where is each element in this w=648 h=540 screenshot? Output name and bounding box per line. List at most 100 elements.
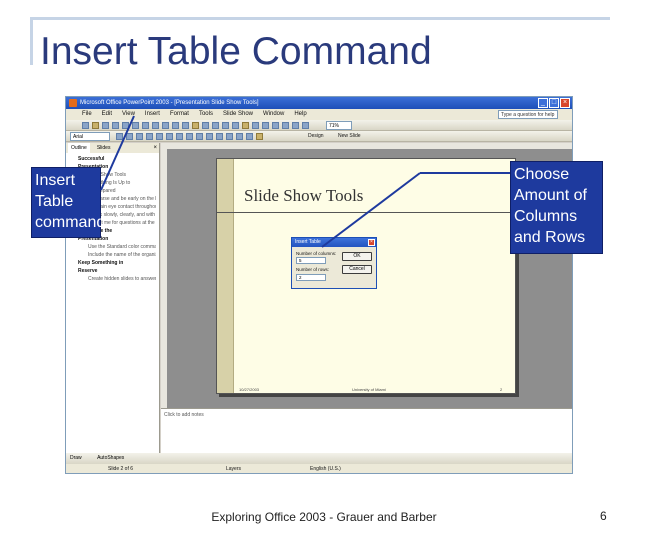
menu-window[interactable]: Window bbox=[263, 109, 284, 120]
powerpoint-icon bbox=[69, 99, 77, 107]
slide-footer: Exploring Office 2003 - Grauer and Barbe… bbox=[211, 510, 437, 524]
outline-item-text: Create hidden slides to answer difficult… bbox=[88, 276, 156, 282]
menu-help[interactable]: Help bbox=[294, 109, 306, 120]
align-right-icon[interactable] bbox=[186, 133, 193, 140]
rows-input[interactable]: 2 bbox=[296, 274, 326, 281]
email-icon[interactable] bbox=[122, 122, 129, 129]
spelling-icon[interactable] bbox=[152, 122, 159, 129]
dialog-title: Insert Table bbox=[295, 239, 321, 245]
callout-choose-columns-rows: Choose Amount of Columns and Rows bbox=[510, 161, 603, 254]
font-name-select[interactable]: Arial bbox=[70, 132, 110, 141]
minimize-button[interactable]: _ bbox=[538, 98, 548, 108]
rows-label: Number of rows: bbox=[296, 267, 330, 272]
menu-file[interactable]: File bbox=[82, 109, 92, 120]
format-painter-icon[interactable] bbox=[202, 122, 209, 129]
status-bar: Slide 2 of 6 Layers English (U.S.) bbox=[66, 464, 572, 473]
shadow-icon[interactable] bbox=[156, 133, 163, 140]
font-color-icon[interactable] bbox=[256, 133, 263, 140]
numbering-icon[interactable] bbox=[196, 133, 203, 140]
autoshapes-menu[interactable]: AutoShapes bbox=[97, 455, 124, 461]
tab-slides[interactable]: Slides bbox=[94, 143, 114, 153]
formatting-toolbar: Arial Design New Slide bbox=[66, 131, 572, 142]
notes-pane[interactable]: Click to add notes bbox=[161, 408, 572, 453]
decrease-indent-icon[interactable] bbox=[236, 133, 243, 140]
copy-icon[interactable] bbox=[182, 122, 189, 129]
italic-icon[interactable] bbox=[136, 133, 143, 140]
grid-icon[interactable] bbox=[292, 122, 299, 129]
align-left-icon[interactable] bbox=[166, 133, 173, 140]
tab-outline[interactable]: Outline bbox=[68, 143, 90, 153]
open-icon[interactable] bbox=[92, 122, 99, 129]
cancel-button[interactable]: Cancel bbox=[342, 265, 372, 274]
align-center-icon[interactable] bbox=[176, 133, 183, 140]
undo-icon[interactable] bbox=[212, 122, 219, 129]
ok-button[interactable]: OK bbox=[342, 252, 372, 261]
callout-insert-table: Insert Table command bbox=[31, 167, 105, 238]
increase-font-icon[interactable] bbox=[216, 133, 223, 140]
standard-toolbar: 71% bbox=[66, 120, 572, 131]
menu-edit[interactable]: Edit bbox=[102, 109, 112, 120]
bold-icon[interactable] bbox=[126, 133, 133, 140]
menu-format[interactable]: Format bbox=[170, 109, 189, 120]
outline-item[interactable]: Successful bbox=[72, 155, 156, 163]
new-slide-button[interactable]: New Slide bbox=[338, 132, 361, 141]
tables-borders-icon[interactable] bbox=[252, 122, 259, 129]
new-icon[interactable] bbox=[82, 122, 89, 129]
permission-icon[interactable] bbox=[112, 122, 119, 129]
redo-icon[interactable] bbox=[222, 122, 229, 129]
drawing-toolbar: Draw AutoShapes bbox=[66, 453, 572, 464]
columns-input[interactable]: 5 bbox=[296, 257, 326, 264]
maximize-button[interactable]: □ bbox=[549, 98, 559, 108]
insert-table-dialog: Insert Table × Number of columns: 5 Numb… bbox=[291, 237, 377, 289]
page-title: Insert Table Command bbox=[40, 30, 432, 73]
decorative-line-left bbox=[30, 17, 33, 65]
font-size-icon[interactable] bbox=[116, 133, 123, 140]
columns-label: Number of columns: bbox=[296, 251, 337, 256]
outline-item[interactable]: Include the name of the organization, da… bbox=[72, 251, 156, 259]
slide-heading[interactable]: Slide Show Tools bbox=[244, 186, 363, 206]
menu-view[interactable]: View bbox=[122, 109, 135, 120]
slide-footer-center: University of Miami bbox=[352, 387, 386, 392]
paste-icon[interactable] bbox=[192, 122, 199, 129]
status-design: Layers bbox=[226, 466, 242, 472]
chart-icon[interactable] bbox=[232, 122, 239, 129]
window-title: Microsoft Office PowerPoint 2003 - [Pres… bbox=[80, 100, 259, 106]
menu-insert[interactable]: Insert bbox=[145, 109, 160, 120]
dialog-titlebar: Insert Table × bbox=[292, 238, 376, 247]
design-button[interactable]: Design bbox=[308, 132, 324, 141]
outline-item-text: Reserve bbox=[78, 268, 98, 274]
expand-all-icon[interactable] bbox=[272, 122, 279, 129]
menu-slide-show[interactable]: Slide Show bbox=[223, 109, 253, 120]
decrease-font-icon[interactable] bbox=[226, 133, 233, 140]
outline-item[interactable]: Use the Standard color command in the vi… bbox=[72, 243, 156, 251]
print-icon[interactable] bbox=[132, 122, 139, 129]
slide-footer-date: 10/27/2003 bbox=[239, 387, 260, 392]
cut-icon[interactable] bbox=[172, 122, 179, 129]
print-preview-icon[interactable] bbox=[142, 122, 149, 129]
research-icon[interactable] bbox=[162, 122, 169, 129]
help-search-input[interactable]: Type a question for help bbox=[498, 110, 558, 119]
bullets-icon[interactable] bbox=[206, 133, 213, 140]
underline-icon[interactable] bbox=[146, 133, 153, 140]
close-button[interactable]: × bbox=[560, 98, 570, 108]
show-formatting-icon[interactable] bbox=[282, 122, 289, 129]
color-grayscale-icon[interactable] bbox=[302, 122, 309, 129]
outline-item-text: Keep Something in bbox=[78, 260, 124, 266]
dialog-close-icon[interactable]: × bbox=[368, 239, 375, 246]
increase-indent-icon[interactable] bbox=[246, 133, 253, 140]
zoom-select[interactable]: 71% bbox=[326, 121, 352, 130]
outline-item[interactable]: Keep Something in bbox=[72, 259, 156, 267]
outline-item[interactable]: Create hidden slides to answer difficult… bbox=[72, 275, 156, 283]
hyperlink-icon[interactable] bbox=[262, 122, 269, 129]
menu-bar: File Edit View Insert Format Tools Slide… bbox=[66, 109, 572, 120]
decorative-line-top bbox=[30, 17, 610, 20]
slide-divider bbox=[217, 212, 515, 213]
status-slide: Slide 2 of 6 bbox=[108, 466, 134, 472]
horizontal-ruler bbox=[161, 143, 572, 149]
menu-tools[interactable]: Tools bbox=[199, 109, 213, 120]
outline-item[interactable]: Reserve bbox=[72, 267, 156, 275]
draw-menu[interactable]: Draw bbox=[70, 455, 82, 461]
save-icon[interactable] bbox=[102, 122, 109, 129]
insert-table-icon[interactable] bbox=[242, 122, 249, 129]
close-icon[interactable]: × bbox=[153, 143, 157, 153]
